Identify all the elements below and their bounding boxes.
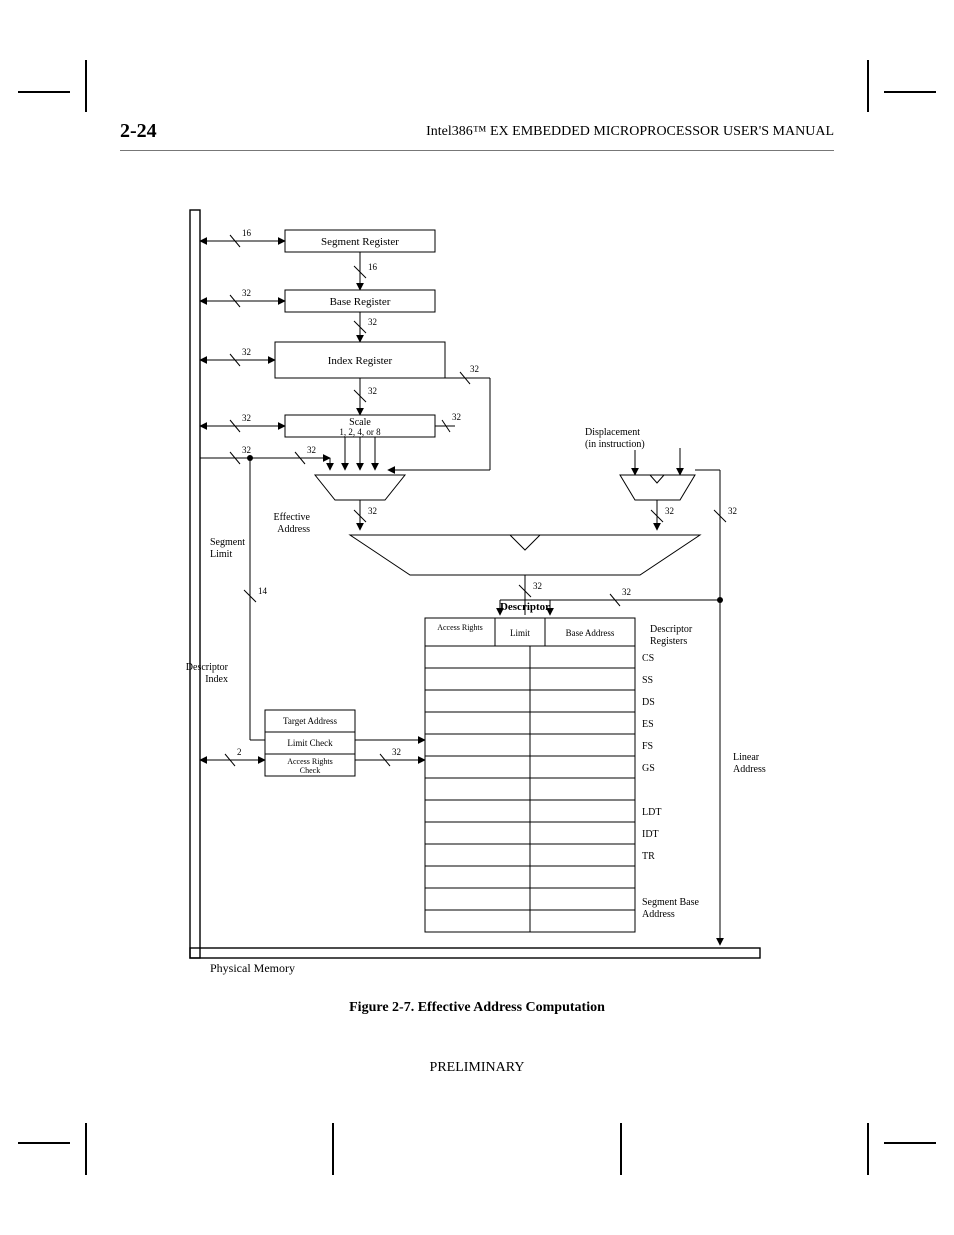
target-address-label: Target Address (283, 716, 337, 726)
svg-text:FS: FS (642, 741, 653, 752)
descriptor-registers-title2: Descriptor (650, 624, 693, 635)
segment-register-box: Segment Register (321, 236, 399, 248)
svg-text:Registers: Registers (650, 636, 687, 647)
svg-text:CS: CS (642, 653, 654, 664)
svg-text:TR: TR (642, 851, 655, 862)
svg-text:32: 32 (307, 445, 316, 455)
svg-text:(in instruction): (in instruction) (585, 439, 645, 450)
descriptor-register-rows (425, 646, 635, 932)
svg-text:32: 32 (242, 445, 251, 455)
svg-text:32: 32 (470, 364, 479, 374)
svg-text:32: 32 (622, 587, 631, 597)
access-rights-check-label: Access Rights (287, 757, 333, 766)
svg-text:Limit: Limit (210, 549, 232, 560)
bus-width-seg: 16 (242, 228, 252, 238)
footer-preliminary: PRELIMINARY (0, 1060, 954, 1076)
svg-text:DS: DS (642, 697, 655, 708)
svg-text:Address: Address (733, 764, 766, 775)
effective-address-figure: Physical Memory Segment Register 16 16 B… (180, 200, 774, 980)
svg-text:16: 16 (368, 262, 378, 272)
svg-text:1, 2, 4, or 8: 1, 2, 4, or 8 (339, 427, 381, 437)
linear-address-label: Linear (733, 752, 760, 763)
svg-text:Index: Index (205, 674, 228, 685)
manual-title: Intel386™ EX EMBEDDED MICROPROCESSOR USE… (426, 124, 834, 140)
header-rule (120, 150, 834, 151)
page-number: 2-24 (120, 120, 157, 143)
svg-text:32: 32 (665, 506, 674, 516)
svg-text:ES: ES (642, 719, 654, 730)
svg-text:Check: Check (300, 766, 320, 775)
physical-memory-label: Physical Memory (210, 961, 295, 975)
svg-text:Address: Address (277, 524, 310, 535)
svg-text:32: 32 (368, 506, 377, 516)
limit-check-label: Limit Check (287, 738, 333, 748)
descriptor-registers-title: Descriptor (500, 601, 550, 613)
displacement-label: Displacement (585, 427, 640, 438)
svg-text:Limit: Limit (510, 628, 530, 638)
svg-text:32: 32 (452, 412, 461, 422)
svg-text:32: 32 (368, 386, 377, 396)
svg-text:32: 32 (533, 581, 542, 591)
right-mux (620, 475, 695, 500)
svg-text:Address: Address (642, 909, 675, 920)
base-register-box: Base Register (330, 296, 391, 308)
adder (350, 535, 700, 575)
svg-text:14: 14 (258, 586, 268, 596)
index-register-box: Index Register (328, 355, 393, 367)
svg-text:Access Rights: Access Rights (437, 623, 483, 632)
svg-text:32: 32 (242, 413, 251, 423)
svg-text:32: 32 (392, 747, 401, 757)
descriptor-index-label: Descriptor (186, 662, 229, 673)
segment-base-address-label: Segment Base (642, 897, 699, 908)
svg-text:2: 2 (237, 747, 242, 757)
svg-text:32: 32 (368, 317, 377, 327)
figure-caption: Figure 2-7. Effective Address Computatio… (0, 1000, 954, 1016)
segment-limit-label: Segment (210, 537, 245, 548)
svg-text:32: 32 (728, 506, 737, 516)
svg-text:32: 32 (242, 288, 251, 298)
left-mux (315, 475, 405, 500)
page: 2-24 Intel386™ EX EMBEDDED MICROPROCESSO… (0, 0, 954, 1235)
diagram-svg: Physical Memory Segment Register 16 16 B… (180, 200, 774, 980)
svg-text:SS: SS (642, 675, 653, 686)
svg-text:LDT: LDT (642, 807, 661, 818)
effective-address-label: Effective (274, 512, 311, 523)
svg-text:32: 32 (242, 347, 251, 357)
svg-text:IDT: IDT (642, 829, 659, 840)
svg-text:GS: GS (642, 763, 655, 774)
svg-text:Base Address: Base Address (566, 628, 615, 638)
